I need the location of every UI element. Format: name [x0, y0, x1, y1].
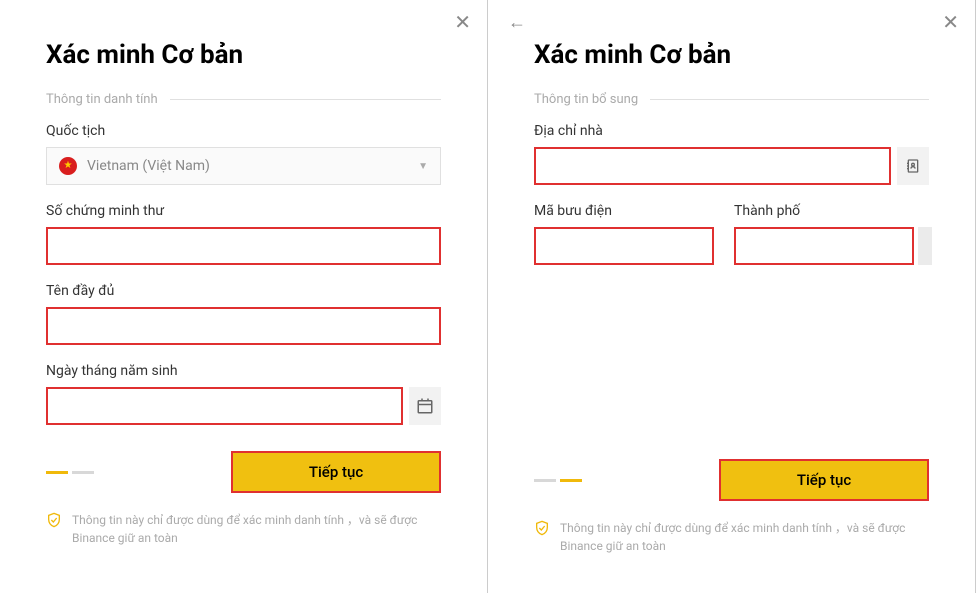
shield-icon: [534, 520, 550, 540]
fullname-input[interactable]: [46, 307, 441, 345]
progress-step-1: [46, 471, 68, 474]
fullname-field: Tên đầy đủ: [46, 283, 441, 345]
postal-field: Mã bưu điện: [534, 203, 714, 265]
address-book-icon[interactable]: [897, 147, 929, 185]
section-header: Thông tin danh tính: [46, 92, 441, 107]
dob-field: Ngày tháng năm sinh: [46, 363, 441, 425]
progress-step-1: [534, 479, 556, 482]
continue-label: Tiếp tục: [797, 471, 851, 489]
footer: Thông tin này chỉ được dùng để xác minh …: [46, 511, 441, 547]
continue-button[interactable]: Tiếp tục: [231, 451, 441, 493]
dob-input[interactable]: [46, 387, 403, 425]
page-title: Xác minh Cơ bản: [534, 40, 929, 70]
address-input[interactable]: [534, 147, 891, 185]
bottom-row: Tiếp tục: [534, 459, 929, 501]
id-number-input[interactable]: [46, 227, 441, 265]
nationality-select[interactable]: ★ Vietnam (Việt Nam) ▼: [46, 147, 441, 185]
section-label: Thông tin bổ sung: [534, 92, 638, 107]
city-suffix-box: [918, 227, 932, 265]
nationality-value: Vietnam (Việt Nam): [87, 158, 418, 174]
address-field: Địa chỉ nhà: [534, 123, 929, 185]
back-icon[interactable]: ←: [508, 14, 526, 32]
nationality-field: Quốc tịch ★ Vietnam (Việt Nam) ▼: [46, 123, 441, 185]
progress-step-2: [72, 471, 94, 474]
vietnam-flag-icon: ★: [59, 157, 77, 175]
footer-text: Thông tin này chỉ được dùng để xác minh …: [72, 511, 441, 547]
id-number-field: Số chứng minh thư: [46, 203, 441, 265]
section-header: Thông tin bổ sung: [534, 92, 929, 107]
close-icon[interactable]: ✕: [942, 12, 959, 32]
verification-panel-step-1: ✕ Xác minh Cơ bản Thông tin danh tính Qu…: [0, 0, 488, 593]
nationality-label: Quốc tịch: [46, 123, 441, 139]
fullname-label: Tên đầy đủ: [46, 283, 441, 299]
close-icon[interactable]: ✕: [454, 12, 471, 32]
city-label: Thành phố: [734, 203, 932, 219]
dob-label: Ngày tháng năm sinh: [46, 363, 441, 379]
page-title: Xác minh Cơ bản: [46, 40, 441, 70]
continue-label: Tiếp tục: [309, 463, 363, 481]
footer-text: Thông tin này chỉ được dùng để xác minh …: [560, 519, 929, 555]
verification-panel-step-2: ← ✕ Xác minh Cơ bản Thông tin bổ sung Đị…: [488, 0, 976, 593]
bottom-row: Tiếp tục: [46, 451, 441, 493]
continue-button[interactable]: Tiếp tục: [719, 459, 929, 501]
section-label: Thông tin danh tính: [46, 92, 158, 107]
chevron-down-icon: ▼: [418, 161, 428, 172]
city-field: Thành phố: [734, 203, 932, 265]
city-input[interactable]: [734, 227, 914, 265]
calendar-icon[interactable]: [409, 387, 441, 425]
footer: Thông tin này chỉ được dùng để xác minh …: [534, 519, 929, 555]
divider: [170, 99, 441, 100]
progress-step-2: [560, 479, 582, 482]
id-number-label: Số chứng minh thư: [46, 203, 441, 219]
divider: [650, 99, 929, 100]
address-label: Địa chỉ nhà: [534, 123, 929, 139]
shield-icon: [46, 512, 62, 532]
progress-indicator: [46, 471, 94, 474]
postal-label: Mã bưu điện: [534, 203, 714, 219]
postal-input[interactable]: [534, 227, 714, 265]
progress-indicator: [534, 479, 582, 482]
